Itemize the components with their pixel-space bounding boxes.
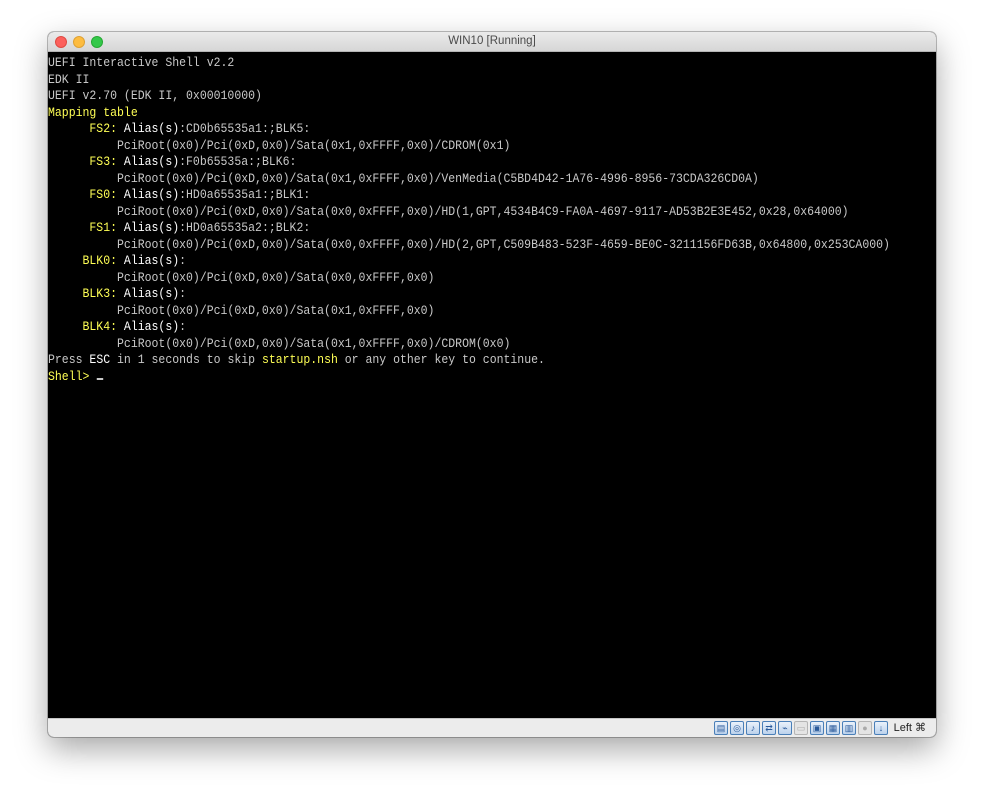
terminal-line: Press ESC in 1 seconds to skip startup.n… bbox=[48, 352, 890, 369]
cpu-icon[interactable]: ▥ bbox=[842, 721, 856, 735]
terminal-text: Alias(s) bbox=[123, 155, 180, 169]
usb-icon[interactable]: ⌁ bbox=[778, 721, 792, 735]
uefi-shell-output: UEFI Interactive Shell v2.2 EDK II UEFI v2… bbox=[48, 55, 890, 385]
terminal-text: BLK0: bbox=[48, 254, 124, 268]
terminal-line: UEFI v2.70 (EDK II, 0x00010000) bbox=[48, 88, 890, 105]
display-icon[interactable]: ▣ bbox=[810, 721, 824, 735]
host-key-label: Left ⌘ bbox=[893, 722, 926, 734]
terminal-line: BLK0: Alias(s): bbox=[48, 253, 890, 270]
hard-disk-icon[interactable]: ▤ bbox=[714, 721, 728, 735]
terminal-line: PciRoot(0x0)/Pci(0xD,0x0)/Sata(0x0,0xFFF… bbox=[48, 237, 890, 254]
terminal-text: : bbox=[179, 320, 187, 334]
terminal-text: PciRoot(0x0)/Pci(0xD,0x0)/Sata(0x1,0xFFF… bbox=[48, 171, 759, 186]
terminal-text: :HD0a65535a1:;BLK1: bbox=[179, 188, 311, 202]
screen-capture-icon[interactable]: ▦ bbox=[826, 721, 840, 735]
terminal-text: PciRoot(0x0)/Pci(0xD,0x0)/Sata(0x1,0xFFF… bbox=[48, 303, 435, 318]
terminal-text: FS0: bbox=[48, 188, 124, 202]
terminal-text: Alias(s) bbox=[123, 188, 180, 202]
terminal-text: FS1: bbox=[48, 221, 124, 235]
shared-folder-icon[interactable]: ▭ bbox=[794, 721, 808, 735]
terminal-text: FS2: bbox=[48, 122, 124, 136]
terminal-line: Mapping table bbox=[48, 105, 890, 122]
terminal-text: UEFI Interactive Shell v2.2 bbox=[48, 56, 235, 70]
terminal-line: PciRoot(0x0)/Pci(0xD,0x0)/Sata(0x0,0xFFF… bbox=[48, 204, 890, 221]
device-icons: ▤ ◎ ♪ ⇄ ⌁ ▭ ▣ ▦ ▥ ● ↓ bbox=[714, 721, 888, 735]
terminal-line: BLK4: Alias(s): bbox=[48, 319, 890, 336]
terminal-text: Alias(s) bbox=[123, 254, 180, 268]
status-bar: ▤ ◎ ♪ ⇄ ⌁ ▭ ▣ ▦ ▥ ● ↓ Left ⌘ bbox=[48, 718, 936, 737]
network-icon[interactable]: ⇄ bbox=[762, 721, 776, 735]
terminal-text: :CD0b65535a1:;BLK5: bbox=[179, 122, 311, 136]
terminal-text: Alias(s) bbox=[123, 287, 180, 301]
terminal-text: startup.nsh bbox=[261, 353, 338, 367]
terminal-line: PciRoot(0x0)/Pci(0xD,0x0)/Sata(0x1,0xFFF… bbox=[48, 138, 890, 155]
terminal-text: Mapping table bbox=[48, 105, 138, 120]
terminal-text: PciRoot(0x0)/Pci(0xD,0x0)/Sata(0x1,0xFFF… bbox=[48, 138, 511, 153]
terminal-text: Shell> bbox=[48, 369, 97, 384]
terminal-line: BLK3: Alias(s): bbox=[48, 286, 890, 303]
terminal-line: UEFI Interactive Shell v2.2 bbox=[48, 55, 890, 72]
terminal-line: FS1: Alias(s):HD0a65535a2:;BLK2: bbox=[48, 220, 890, 237]
terminal-line: PciRoot(0x0)/Pci(0xD,0x0)/Sata(0x1,0xFFF… bbox=[48, 171, 890, 188]
terminal-text: in 1 seconds to skip bbox=[110, 353, 262, 367]
terminal-text: :F0b65535a:;BLK6: bbox=[179, 155, 297, 169]
terminal-text: BLK3: bbox=[48, 287, 124, 301]
terminal-text: EDK II bbox=[48, 72, 90, 87]
terminal-line: PciRoot(0x0)/Pci(0xD,0x0)/Sata(0x0,0xFFF… bbox=[48, 270, 890, 287]
recording-icon[interactable]: ● bbox=[858, 721, 872, 735]
terminal-text: Press bbox=[48, 353, 90, 367]
terminal-text: or any other key to continue. bbox=[337, 353, 545, 367]
terminal-line: Shell> bbox=[48, 369, 890, 386]
terminal-line: FS3: Alias(s):F0b65535a:;BLK6: bbox=[48, 154, 890, 171]
terminal-text: : bbox=[179, 254, 187, 268]
vm-screen[interactable]: UEFI Interactive Shell v2.2 EDK II UEFI v2… bbox=[48, 52, 936, 718]
window-title: WIN10 [Running] bbox=[448, 35, 536, 47]
terminal-text: FS3: bbox=[48, 155, 124, 169]
terminal-text: :HD0a65535a2:;BLK2: bbox=[179, 221, 311, 235]
title-bar[interactable]: WIN10 [Running] bbox=[48, 32, 936, 52]
audio-icon[interactable]: ♪ bbox=[746, 721, 760, 735]
arrow-down-icon[interactable]: ↓ bbox=[874, 721, 888, 735]
terminal-text: PciRoot(0x0)/Pci(0xD,0x0)/Sata(0x0,0xFFF… bbox=[48, 204, 849, 219]
terminal-line: FS2: Alias(s):CD0b65535a1:;BLK5: bbox=[48, 121, 890, 138]
terminal-line: FS0: Alias(s):HD0a65535a1:;BLK1: bbox=[48, 187, 890, 204]
vm-window: WIN10 [Running] UEFI Interactive Shell v… bbox=[48, 32, 936, 737]
terminal-line: PciRoot(0x0)/Pci(0xD,0x0)/Sata(0x1,0xFFF… bbox=[48, 336, 890, 353]
terminal-text: PciRoot(0x0)/Pci(0xD,0x0)/Sata(0x0,0xFFF… bbox=[48, 270, 435, 285]
terminal-text: Alias(s) bbox=[123, 122, 180, 136]
terminal-line: EDK II bbox=[48, 72, 890, 89]
optical-disc-icon[interactable]: ◎ bbox=[730, 721, 744, 735]
terminal-text: PciRoot(0x0)/Pci(0xD,0x0)/Sata(0x1,0xFFF… bbox=[48, 336, 511, 351]
terminal-text: : bbox=[179, 287, 187, 301]
terminal-text: UEFI v2.70 (EDK II, 0x00010000) bbox=[48, 89, 262, 103]
terminal-line: PciRoot(0x0)/Pci(0xD,0x0)/Sata(0x1,0xFFF… bbox=[48, 303, 890, 320]
terminal-text: ESC bbox=[89, 353, 111, 367]
terminal-text: BLK4: bbox=[48, 320, 124, 334]
text-cursor bbox=[96, 377, 103, 380]
terminal-text: Alias(s) bbox=[123, 320, 180, 334]
terminal-text: PciRoot(0x0)/Pci(0xD,0x0)/Sata(0x0,0xFFF… bbox=[48, 237, 890, 252]
terminal-text: Alias(s) bbox=[123, 221, 180, 235]
